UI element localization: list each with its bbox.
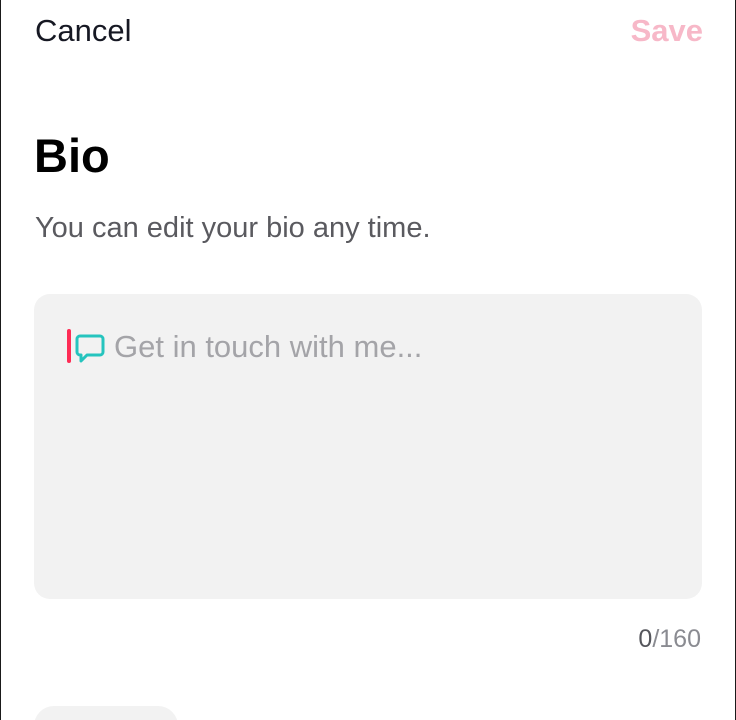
text-caret (67, 329, 71, 363)
character-limit: /160 (652, 625, 701, 653)
character-counter: 0/160 (638, 624, 701, 654)
page-subtitle: You can edit your bio any time. (35, 212, 431, 244)
bio-input[interactable]: Get in touch with me... (34, 294, 702, 599)
bio-placeholder: Get in touch with me... (114, 329, 423, 364)
bottom-button[interactable] (34, 706, 178, 720)
page-title: Bio (34, 129, 110, 182)
chat-bubble-icon (75, 334, 105, 363)
bio-edit-screen: Cancel Save Bio You can edit your bio an… (0, 0, 736, 720)
cancel-button[interactable]: Cancel (35, 12, 132, 50)
character-count: 0 (638, 625, 653, 653)
top-bar: Cancel Save (1, 0, 735, 62)
save-button[interactable]: Save (631, 12, 703, 50)
